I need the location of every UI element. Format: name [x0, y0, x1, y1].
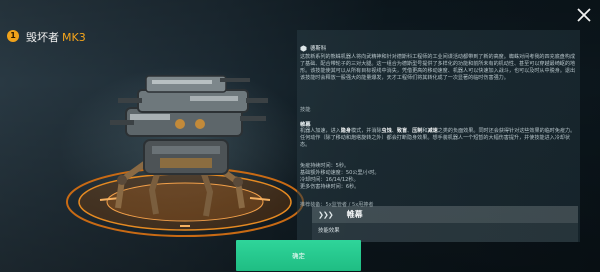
- hexagon-icon: [300, 44, 307, 52]
- skill-card-header[interactable]: ❯❯❯ 帷幕: [312, 206, 578, 223]
- stat-line: 基础额外移动速度：50公里/小时。: [300, 170, 380, 176]
- keyword-corrosion: 虫蚀: [381, 128, 392, 134]
- brand-name: 德斯科: [310, 46, 327, 52]
- skill-caption: 技能: [300, 107, 311, 113]
- skill-card-subtitle: 技能效果: [318, 228, 340, 234]
- robot-title: 毁坏者 MK3: [26, 29, 86, 45]
- stat-line: 冷却时间：16/14/12秒。: [300, 177, 359, 183]
- keyword-suppress: 压制: [412, 128, 423, 134]
- robot-mk-level: MK3: [62, 31, 86, 44]
- level-badge: 1: [7, 30, 19, 42]
- robot-model: [60, 50, 310, 250]
- close-button[interactable]: [573, 4, 595, 26]
- keyword-slow: 减速: [427, 128, 438, 134]
- keyword-blind: 致盲: [396, 128, 408, 134]
- brand-header: 德斯科: [300, 44, 326, 52]
- confirm-button[interactable]: 确定: [236, 240, 361, 271]
- skill-card-title: 帷幕: [346, 210, 363, 219]
- close-icon: [577, 8, 591, 22]
- robot-description: 这款新系列的熊蛛机器人将向武精神和针对德斯科工程师的工业间谍活动都带到了新的高度…: [300, 54, 576, 81]
- chevrons-right-icon: ❯❯❯: [318, 210, 334, 219]
- stat-line: 免疫持续时间：5秒。: [300, 163, 350, 169]
- skill-desc-text: 机器人加速，进入: [300, 128, 341, 134]
- robot-name: 毁坏者: [26, 31, 59, 44]
- skill-stats: 免疫持续时间：5秒。 基础额外移动速度：50公里/小时。 冷却时间：16/14/…: [300, 163, 500, 191]
- skill-name: 帷幕: [300, 122, 311, 128]
- keyword-stealth: 隐身: [340, 128, 351, 134]
- skill-description: 机器人加速，进入隐身模式，并消除虫蚀、致盲、压制和减速之类的负面效果。同时还会获…: [300, 128, 576, 149]
- stat-line: 更多伤害持续时间：6秒。: [300, 184, 360, 190]
- skill-desc-text: 模式，并消除: [350, 128, 382, 134]
